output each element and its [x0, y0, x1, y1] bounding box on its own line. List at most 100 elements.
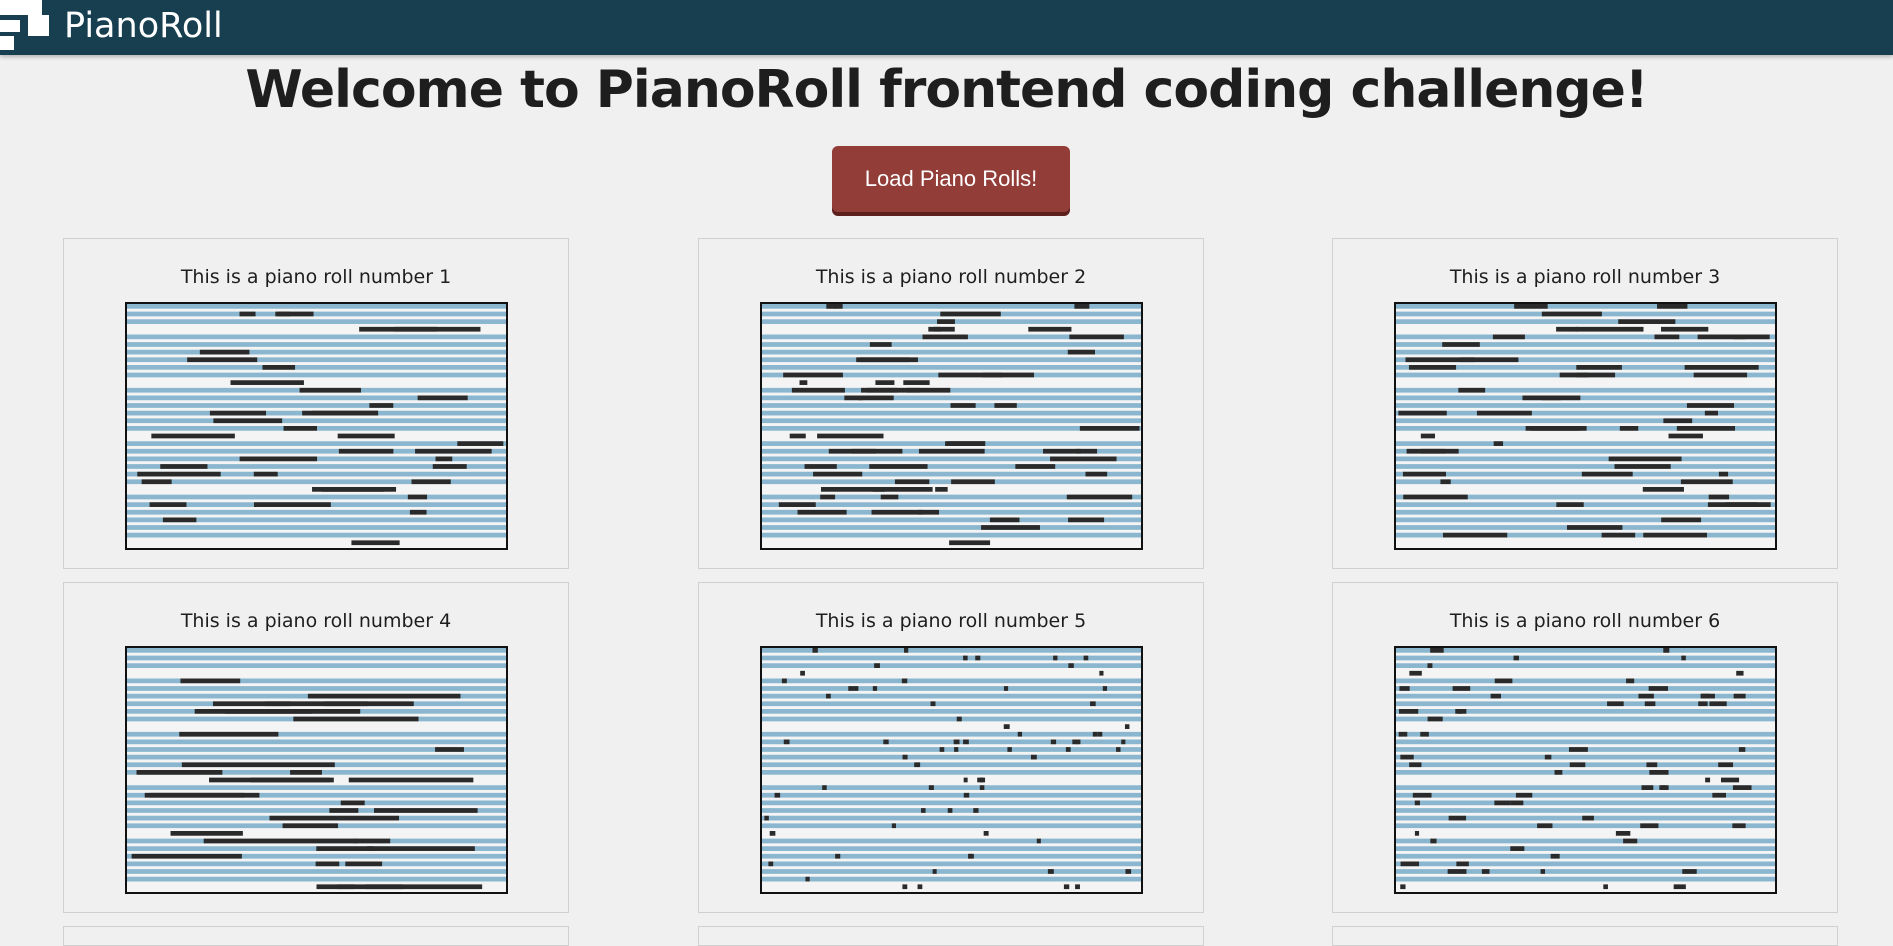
note-block: [826, 693, 831, 699]
note-block: [136, 770, 223, 775]
note-block: [1646, 762, 1658, 768]
note-block: [351, 540, 400, 546]
note-block: [1566, 525, 1623, 530]
note-block: [1556, 326, 1578, 332]
load-piano-rolls-button[interactable]: Load Piano Rolls!: [832, 146, 1070, 212]
lane: [1396, 670, 1775, 676]
note-block: [353, 838, 391, 844]
note-block: [1642, 487, 1684, 492]
piano-roll-card-7[interactable]: [63, 926, 569, 946]
note-block: [1663, 648, 1670, 653]
piano-roll-card-1[interactable]: This is a piano roll number 1: [63, 238, 569, 569]
note-block: [1626, 678, 1635, 684]
note-block: [338, 448, 394, 454]
lane: [762, 792, 1141, 798]
piano-roll-card-9[interactable]: [1332, 926, 1838, 946]
note-block: [820, 494, 836, 500]
note-block: [917, 884, 923, 890]
note-block: [805, 876, 810, 882]
piano-roll-visual[interactable]: [1394, 302, 1777, 550]
note-block: [348, 777, 474, 783]
note-block: [1569, 762, 1586, 768]
note-block: [170, 831, 243, 836]
note-block: [1718, 762, 1734, 768]
lane: [127, 663, 506, 668]
note-block: [1097, 731, 1103, 737]
note-block: [1682, 869, 1697, 874]
note-block: [269, 815, 400, 821]
lane: [762, 532, 1141, 538]
piano-roll-visual[interactable]: [125, 302, 508, 550]
note-block: [922, 334, 968, 340]
note-block: [1707, 502, 1771, 507]
lane: [1396, 319, 1775, 324]
note-block: [1092, 731, 1098, 737]
lane: [762, 785, 1141, 790]
piano-roll-card-4[interactable]: This is a piano roll number 4: [63, 582, 569, 913]
note-block: [947, 808, 953, 813]
note-block: [262, 365, 296, 370]
note-block: [1515, 792, 1533, 798]
lane: [762, 884, 1141, 890]
note-block: [316, 846, 375, 851]
note-block: [1047, 869, 1054, 874]
note-block: [778, 502, 816, 507]
logo-icon[interactable]: [0, 0, 60, 55]
note-block: [1712, 792, 1727, 798]
note-block: [1460, 357, 1519, 363]
brand-name[interactable]: PianoRoll: [64, 4, 223, 48]
note-block: [209, 410, 267, 416]
lane: [762, 701, 1141, 707]
note-block: [875, 380, 895, 385]
note-block: [774, 792, 781, 798]
lane: [762, 762, 1141, 768]
note-block: [861, 387, 898, 393]
note-block: [1085, 471, 1108, 477]
lane: [127, 509, 506, 515]
piano-roll-visual[interactable]: [1394, 646, 1777, 894]
note-block: [1732, 785, 1752, 790]
lane: [1396, 663, 1775, 668]
note-block: [768, 861, 774, 867]
note-block: [340, 800, 365, 806]
note-block: [859, 357, 910, 363]
note-block: [835, 853, 841, 859]
piano-roll-card-6[interactable]: This is a piano roll number 6: [1332, 582, 1838, 913]
note-block: [804, 464, 837, 469]
note-block: [1540, 869, 1546, 874]
note-block: [432, 464, 467, 469]
note-block: [981, 525, 1040, 530]
note-block: [1681, 655, 1686, 661]
note-block: [1673, 884, 1686, 890]
piano-roll-visual[interactable]: [760, 646, 1143, 894]
note-block: [1455, 709, 1462, 714]
note-block: [820, 487, 885, 492]
note-block: [1063, 884, 1070, 890]
note-block: [1079, 426, 1140, 431]
piano-roll-card-8[interactable]: [698, 926, 1204, 946]
note-block: [1492, 334, 1525, 340]
note-block: [137, 471, 221, 477]
note-block: [1065, 747, 1071, 752]
note-block: [904, 648, 909, 653]
note-block: [871, 509, 924, 515]
note-block: [1068, 663, 1074, 668]
lane: [762, 678, 1141, 684]
note-block: [275, 311, 291, 317]
piano-roll-card-5[interactable]: This is a piano roll number 5: [698, 582, 1204, 913]
note-block: [411, 479, 451, 485]
piano-roll-card-2[interactable]: This is a piano roll number 2: [698, 238, 1204, 569]
piano-roll-card-3[interactable]: This is a piano roll number 3: [1332, 238, 1838, 569]
note-block: [1668, 433, 1703, 439]
note-block: [131, 853, 242, 859]
note-block: [928, 326, 955, 332]
note-block: [1102, 686, 1108, 691]
piano-roll-visual[interactable]: [125, 646, 508, 894]
note-block: [1684, 365, 1759, 370]
note-block: [1541, 311, 1602, 317]
note-block: [1053, 655, 1058, 661]
note-block: [1680, 479, 1733, 485]
piano-roll-visual[interactable]: [760, 302, 1143, 550]
note-block: [293, 716, 419, 722]
note-block: [337, 884, 404, 890]
